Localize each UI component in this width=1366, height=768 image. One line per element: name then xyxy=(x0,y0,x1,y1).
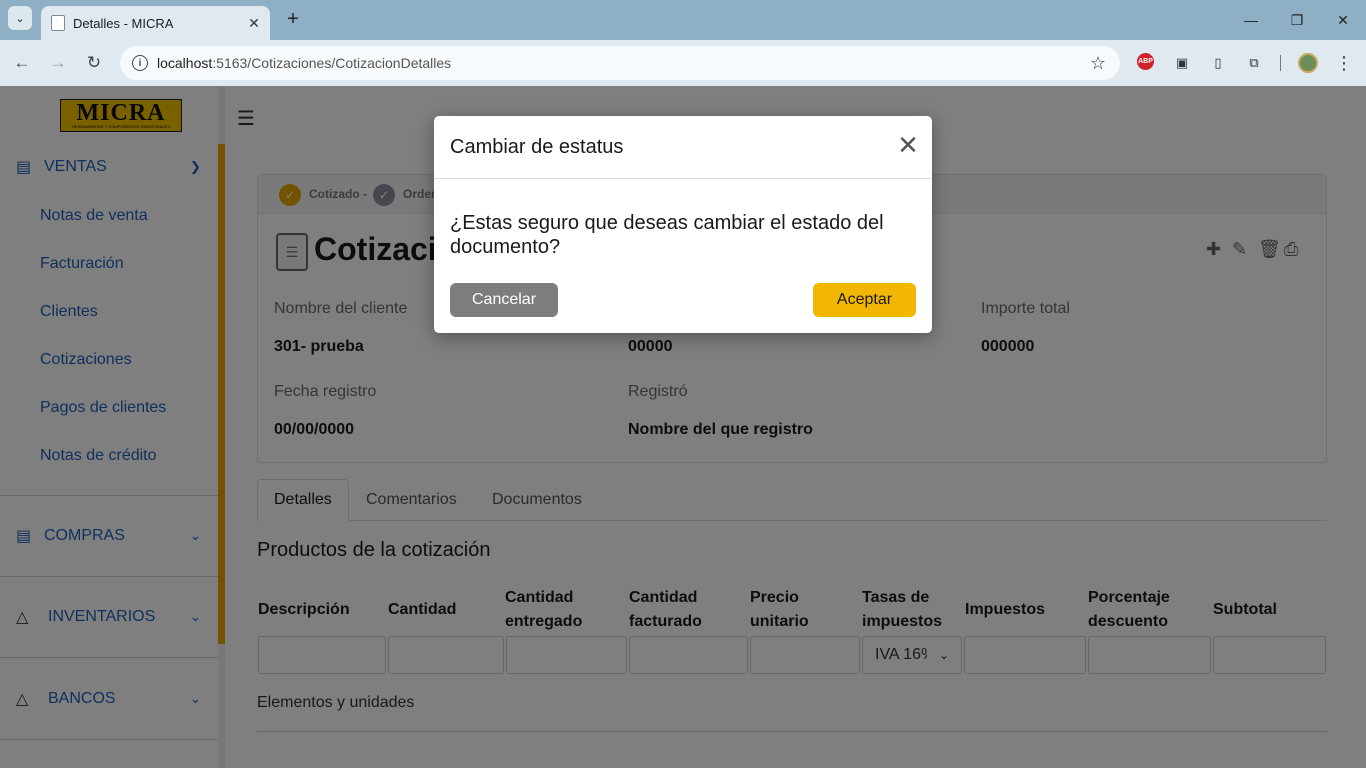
page-favicon-icon xyxy=(51,15,65,31)
url-text[interactable]: localhost:5163/Cotizaciones/CotizacionDe… xyxy=(157,55,1090,71)
change-status-modal: Cambiar de estatus ✕ ¿Estas seguro que d… xyxy=(434,116,932,333)
reload-icon[interactable]: ↻ xyxy=(82,51,106,75)
modal-header: Cambiar de estatus ✕ xyxy=(434,116,932,179)
profile-avatar[interactable] xyxy=(1298,53,1318,73)
modal-title: Cambiar de estatus xyxy=(450,136,624,158)
minimize-icon[interactable]: — xyxy=(1238,8,1264,32)
tab-search-button[interactable]: ⌄ xyxy=(8,6,32,30)
new-tab-button[interactable]: + xyxy=(282,8,304,30)
tab-title: Detalles - MICRA xyxy=(73,15,174,31)
close-icon[interactable]: ✕ xyxy=(896,132,920,158)
site-info-icon[interactable]: i xyxy=(132,55,148,71)
kebab-menu-icon[interactable]: ⋮ xyxy=(1334,53,1354,73)
puzzle-extensions-icon[interactable]: ⧉ xyxy=(1244,53,1264,73)
cancel-button[interactable]: Cancelar xyxy=(450,283,558,317)
bookmark-star-icon[interactable]: ☆ xyxy=(1090,53,1106,74)
back-arrow-icon[interactable]: ← xyxy=(10,51,34,75)
window-close-icon[interactable]: ✕ xyxy=(1330,8,1356,32)
modal-message: ¿Estas seguro que deseas cambiar el esta… xyxy=(450,212,884,258)
adblock-extension-icon[interactable]: ABP xyxy=(1137,53,1154,70)
tab-close-icon[interactable]: ✕ xyxy=(244,13,264,33)
toolbar-divider xyxy=(1280,55,1281,71)
picture-in-picture-icon[interactable]: ▣ xyxy=(1172,53,1192,73)
forward-arrow-icon[interactable]: → xyxy=(46,51,70,75)
address-bar[interactable]: i localhost:5163/Cotizaciones/Cotizacion… xyxy=(120,46,1120,80)
extension-icon[interactable]: ▯ xyxy=(1208,53,1228,73)
accept-button[interactable]: Aceptar xyxy=(813,283,916,317)
restore-icon[interactable]: ❐ xyxy=(1284,8,1310,32)
browser-toolbar: ← → ↻ i localhost:5163/Cotizaciones/Coti… xyxy=(0,40,1366,86)
chevron-down-icon: ⌄ xyxy=(15,12,25,25)
browser-tab-strip: ⌄ Detalles - MICRA ✕ + — ❐ ✕ xyxy=(0,0,1366,40)
browser-tab[interactable]: Detalles - MICRA ✕ xyxy=(41,6,270,40)
